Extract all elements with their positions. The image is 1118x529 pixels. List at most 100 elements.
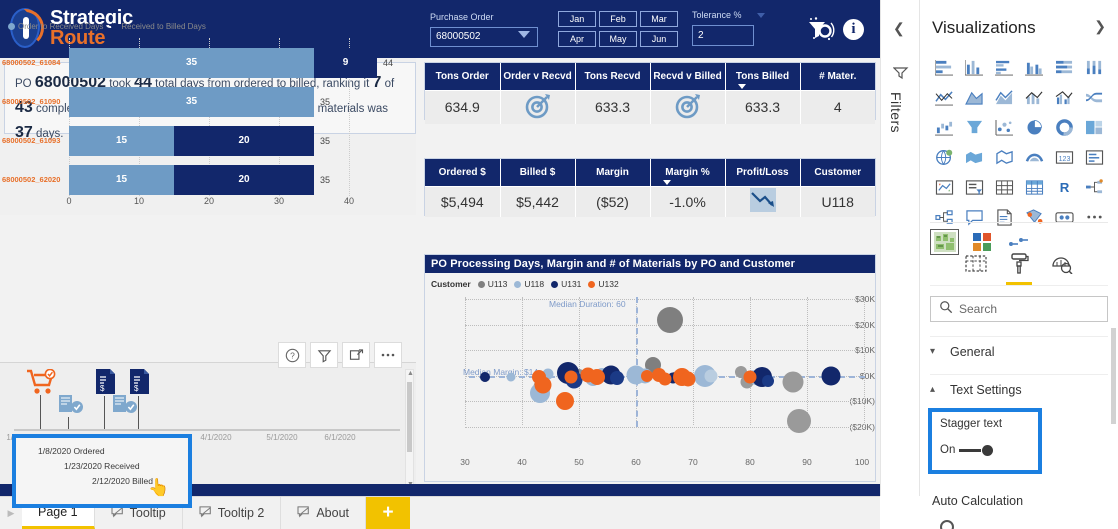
clustered-bar-chart-icon[interactable] — [990, 54, 1019, 80]
focus-mode-icon[interactable] — [342, 342, 370, 368]
help-icon[interactable]: ? — [278, 342, 306, 368]
bar-segment-order-received-1[interactable]: 35 — [69, 48, 314, 78]
stagger-text-setting[interactable]: Stagger text On — [928, 408, 1042, 474]
month-button-jan[interactable]: Jan — [558, 11, 596, 27]
tab-tooltip-2[interactable]: Tooltip 2 — [182, 497, 282, 529]
filter-outline-icon[interactable] — [892, 66, 909, 85]
table-icon[interactable] — [990, 174, 1019, 200]
auto-calculation-toggle[interactable] — [940, 520, 954, 529]
tolerance-input[interactable]: 2 — [692, 25, 754, 46]
search-input[interactable]: Search — [930, 296, 1108, 322]
format-section-text-settings[interactable]: ▴ Text Settings — [930, 374, 1108, 404]
bubble-u132-8[interactable] — [658, 372, 672, 386]
bar-segment-received-billed-1[interactable]: 9 — [314, 48, 377, 78]
scatter-chart-icon[interactable] — [990, 114, 1019, 140]
bar-category-label-4[interactable]: 68000502_62020 — [2, 165, 64, 195]
timeline-marker-ordered[interactable] — [26, 368, 56, 400]
bubble-u113-6[interactable] — [787, 409, 811, 433]
table-row[interactable]: 68000502_61084 35 9 44 — [0, 48, 416, 78]
add-page-button[interactable]: + — [366, 497, 410, 529]
visual-header-toolbar[interactable]: ? — [278, 342, 402, 368]
bubble-u132-2[interactable] — [534, 376, 552, 394]
shape-map-icon[interactable] — [990, 144, 1019, 170]
chevron-right-icon[interactable]: ❯ — [1094, 18, 1106, 35]
stacked-bar-chart-icon[interactable] — [930, 54, 959, 80]
format-pane-scrollbar[interactable] — [1111, 328, 1116, 424]
line-clustered-column-icon[interactable] — [1050, 84, 1079, 110]
legend-item-order-to-received[interactable]: Order to Received Days — [8, 22, 103, 31]
chevron-down-icon[interactable] — [518, 31, 530, 38]
filter-icon[interactable] — [310, 342, 338, 368]
legend-item-u113[interactable]: U113 — [477, 279, 507, 289]
legend-item-u132[interactable]: U132 — [588, 279, 619, 289]
chevron-left-icon[interactable]: ❮ — [893, 20, 905, 37]
stagger-text-toggle[interactable]: On — [940, 444, 1038, 456]
bubble-u131-5[interactable] — [610, 371, 624, 385]
funnel-chart-icon[interactable] — [960, 114, 989, 140]
legend-item-u131[interactable]: U131 — [551, 279, 581, 289]
clustered-column-chart-icon[interactable] — [1020, 54, 1049, 80]
bar-category-label-2[interactable]: 68000502_61090 — [2, 87, 64, 117]
map-icon[interactable] — [930, 144, 959, 170]
month-button-apr[interactable]: Apr — [558, 31, 596, 47]
legend-item-received-to-billed[interactable]: Received to Billed Days — [111, 22, 206, 31]
month-slicer[interactable]: Jan Feb Mar Apr May Jun — [558, 11, 682, 47]
filled-map-icon[interactable] — [960, 144, 989, 170]
pie-chart-icon[interactable] — [1020, 114, 1049, 140]
col-tons-billed[interactable]: Tons Billed — [725, 63, 801, 90]
timeline-marker-billed-2[interactable]: $ — [128, 368, 152, 401]
kpi-icon[interactable] — [930, 174, 959, 200]
bar-category-label-1[interactable]: 68000502_61084 — [2, 48, 64, 78]
table-row[interactable]: 68000502_62020 15 20 35 — [0, 165, 416, 195]
col-tons-order[interactable]: Tons Order — [425, 63, 501, 90]
bar-segment-order-received-3[interactable]: 15 — [69, 126, 174, 156]
azure-map-icon[interactable] — [1020, 144, 1049, 170]
chevron-down-icon-tolerance[interactable] — [757, 13, 765, 18]
fields-tab-icon[interactable] — [965, 254, 987, 284]
month-button-mar[interactable]: Mar — [640, 11, 678, 27]
reset-filters-icon[interactable] — [805, 17, 835, 48]
legend-item-u118[interactable]: U118 — [514, 279, 544, 289]
bubble-u132-11[interactable] — [743, 370, 757, 384]
scrollbar-thumb[interactable] — [407, 382, 412, 452]
col-tons-recvd[interactable]: Tons Recvd — [575, 63, 651, 90]
bubble-u131-8[interactable] — [821, 366, 841, 386]
bubble-u113-1[interactable] — [657, 307, 683, 333]
timeline-scrollbar[interactable]: ▲ ▼ — [405, 369, 414, 489]
stacked-column-chart-icon[interactable] — [960, 54, 989, 80]
bubble-u132-3[interactable] — [556, 392, 574, 410]
timeline-marker-received[interactable] — [58, 393, 86, 422]
col-margin-percent[interactable]: Margin % — [650, 159, 726, 186]
format-tab-icon[interactable] — [1006, 252, 1032, 285]
decomposition-tree-icon[interactable] — [1080, 174, 1109, 200]
100-stacked-bar-chart-icon[interactable] — [1050, 54, 1079, 80]
matrix-icon[interactable] — [1020, 174, 1049, 200]
bubble-u118-1[interactable] — [506, 372, 516, 382]
multi-row-card-icon[interactable] — [1080, 144, 1109, 170]
bar-segment-order-received-4[interactable]: 15 — [69, 165, 174, 195]
bar-segment-received-billed-4[interactable]: 20 — [174, 165, 314, 195]
bar-segment-order-received-2[interactable]: 35 — [69, 87, 314, 117]
treemap-icon[interactable] — [1080, 114, 1109, 140]
col-billed-dollars[interactable]: Billed $ — [500, 159, 576, 186]
card-icon[interactable]: 123 — [1050, 144, 1079, 170]
col-customer[interactable]: Customer — [800, 159, 875, 186]
analytics-tab-icon[interactable] — [1051, 254, 1073, 284]
line-stacked-column-icon[interactable] — [1020, 84, 1049, 110]
bubble-u132-6[interactable] — [589, 369, 605, 385]
col-ordered-dollars[interactable]: Ordered $ — [425, 159, 501, 186]
r-script-visual-icon[interactable]: R — [1050, 174, 1079, 200]
table-row[interactable]: 68000502_61090 35 35 — [0, 87, 416, 117]
bar-category-label-3[interactable]: 68000502_61093 — [2, 126, 64, 156]
bubble-u118-9[interactable] — [704, 369, 718, 383]
bubble-u113-5[interactable] — [782, 371, 804, 393]
toggle-knob[interactable] — [982, 444, 994, 456]
more-options-icon[interactable] — [374, 342, 402, 368]
bubble-u132-4[interactable] — [564, 370, 578, 384]
area-chart-icon[interactable] — [960, 84, 989, 110]
month-button-jun[interactable]: Jun — [640, 31, 678, 47]
tab-about[interactable]: About — [281, 497, 366, 529]
ribbon-chart-icon[interactable] — [1080, 84, 1109, 110]
col-num-materials[interactable]: # Mater. — [800, 63, 875, 90]
col-recvd-v-billed[interactable]: Recvd v Billed — [650, 63, 726, 90]
